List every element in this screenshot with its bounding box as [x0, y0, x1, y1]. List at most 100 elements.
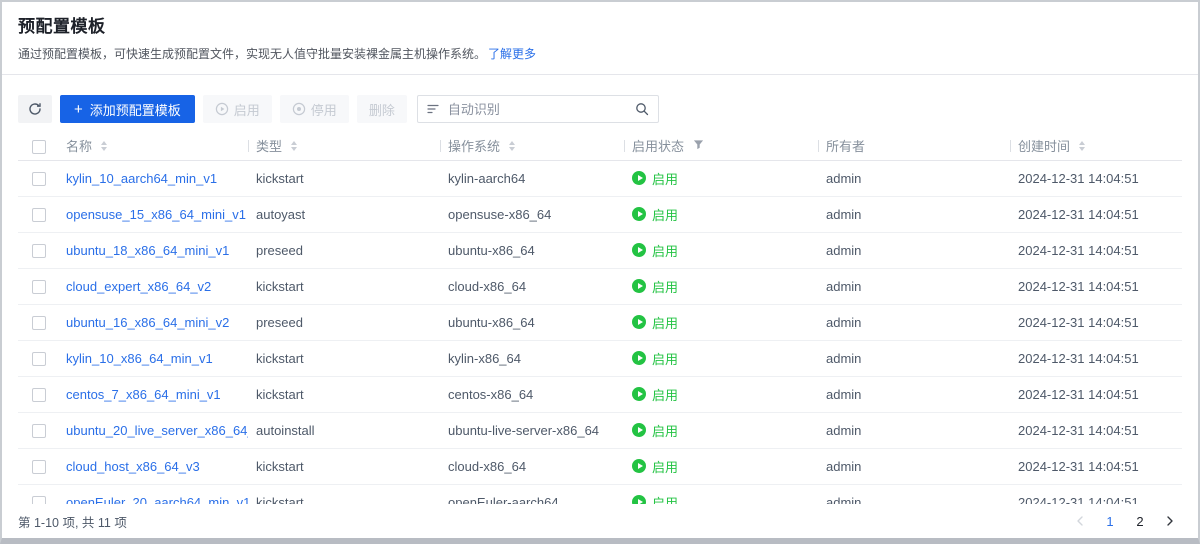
table-body: kylin_10_aarch64_min_v1 kickstart kylin-…	[18, 160, 1182, 504]
status-label: 启用	[652, 351, 679, 367]
template-os: kylin-aarch64	[448, 170, 526, 186]
status-enabled-icon	[632, 351, 646, 365]
enable-label: 启用	[233, 102, 260, 118]
template-type: kickstart	[256, 350, 304, 366]
template-owner: admin	[826, 314, 862, 330]
sort-icon[interactable]	[290, 140, 297, 151]
template-name-link[interactable]: ubuntu_20_live_server_x86_64_mini_...	[66, 423, 248, 438]
page-subtitle-text: 通过预配置模板，可快速生成预配置文件，实现无人值守批量安装裸金属主机操作系统。	[18, 47, 487, 61]
template-created-time: 2024-12-31 14:04:51	[1018, 278, 1139, 294]
template-os: cloud-x86_64	[448, 458, 527, 474]
add-template-label: 添加预配置模板	[89, 102, 181, 118]
template-created-time: 2024-12-31 14:04:51	[1018, 386, 1139, 402]
template-name-link[interactable]: ubuntu_18_x86_64_mini_v1	[66, 243, 229, 258]
filter-lines-icon	[427, 103, 440, 115]
row-checkbox[interactable]	[32, 207, 46, 222]
status-label: 启用	[652, 207, 679, 223]
row-checkbox[interactable]	[32, 171, 46, 186]
template-created-time: 2024-12-31 14:04:51	[1018, 206, 1139, 222]
column-header-status: 启用状态	[632, 139, 685, 155]
template-name-link[interactable]: opensuse_15_x86_64_mini_v1	[66, 207, 246, 222]
template-name-link[interactable]: cloud_expert_x86_64_v2	[66, 279, 211, 294]
table-row: centos_7_x86_64_mini_v1 kickstart centos…	[18, 376, 1182, 413]
page-button-1[interactable]: 1	[1098, 509, 1122, 533]
template-name-link[interactable]: cloud_host_x86_64_v3	[66, 459, 200, 474]
template-name-link[interactable]: centos_7_x86_64_mini_v1	[66, 387, 221, 402]
status-enabled-icon	[632, 243, 646, 257]
status-badge: 启用	[632, 457, 810, 476]
status-enabled-icon	[632, 423, 646, 437]
row-checkbox[interactable]	[32, 351, 46, 366]
template-table: 名称 类型 操作系统 启用状态 所有者 创建时间 kylin_10_aarch6…	[2, 132, 1198, 504]
template-name-link[interactable]: kylin_10_x86_64_min_v1	[66, 351, 213, 366]
learn-more-link[interactable]: 了解更多	[488, 47, 536, 61]
page-subtitle: 通过预配置模板，可快速生成预配置文件，实现无人值守批量安装裸金属主机操作系统。了…	[18, 45, 1182, 62]
table-row: cloud_host_x86_64_v3 kickstart cloud-x86…	[18, 448, 1182, 485]
play-circle-icon	[215, 102, 229, 116]
template-owner: admin	[826, 278, 862, 294]
preconfig-template-page: 预配置模板 通过预配置模板，可快速生成预配置文件，实现无人值守批量安装裸金属主机…	[0, 0, 1200, 544]
row-checkbox[interactable]	[32, 315, 46, 330]
prev-page-button[interactable]	[1068, 509, 1092, 533]
enable-button[interactable]: 启用	[202, 95, 272, 123]
search-input[interactable]	[447, 101, 627, 117]
template-os: centos-x86_64	[448, 386, 534, 402]
status-enabled-icon	[632, 279, 646, 293]
stop-circle-icon	[292, 102, 306, 116]
table-row: kylin_10_x86_64_min_v1 kickstart kylin-x…	[18, 340, 1182, 377]
template-name-link[interactable]: ubuntu_16_x86_64_mini_v2	[66, 315, 229, 330]
status-enabled-icon	[632, 171, 646, 185]
row-checkbox[interactable]	[32, 423, 46, 438]
sort-icon[interactable]	[1078, 140, 1085, 151]
status-badge: 启用	[632, 493, 810, 504]
status-label: 启用	[652, 387, 679, 403]
select-all-checkbox[interactable]	[32, 139, 46, 154]
pagination: 1 2	[1068, 509, 1182, 533]
template-type: kickstart	[256, 278, 304, 294]
sort-icon[interactable]	[508, 140, 515, 151]
template-name-link[interactable]: openEuler_20_aarch64_min_v1	[66, 495, 248, 505]
template-os: kylin-x86_64	[448, 350, 521, 366]
table-row: ubuntu_20_live_server_x86_64_mini_... au…	[18, 412, 1182, 449]
template-type: preseed	[256, 242, 303, 258]
template-os: ubuntu-x86_64	[448, 314, 535, 330]
template-os: openEuler-aarch64	[448, 494, 559, 505]
status-label: 启用	[652, 171, 679, 187]
template-owner: admin	[826, 458, 862, 474]
row-checkbox[interactable]	[32, 495, 46, 504]
template-type: kickstart	[256, 170, 304, 186]
status-label: 启用	[652, 423, 679, 439]
page-button-2[interactable]: 2	[1128, 509, 1152, 533]
refresh-button[interactable]	[18, 95, 52, 123]
filter-funnel-icon[interactable]	[693, 138, 704, 153]
next-page-button[interactable]	[1158, 509, 1182, 533]
status-badge: 启用	[632, 385, 810, 404]
column-header-os: 操作系统	[448, 139, 501, 155]
template-name-link[interactable]: kylin_10_aarch64_min_v1	[66, 171, 217, 186]
template-os: opensuse-x86_64	[448, 206, 552, 222]
row-checkbox[interactable]	[32, 243, 46, 258]
add-template-button[interactable]: + 添加预配置模板	[60, 95, 195, 123]
template-created-time: 2024-12-31 14:04:51	[1018, 458, 1139, 474]
row-checkbox[interactable]	[32, 459, 46, 474]
status-label: 启用	[652, 459, 679, 475]
template-owner: admin	[826, 494, 862, 505]
status-badge: 启用	[632, 277, 810, 296]
row-checkbox[interactable]	[32, 387, 46, 402]
status-enabled-icon	[632, 459, 646, 473]
disable-button[interactable]: 停用	[279, 95, 349, 123]
template-created-time: 2024-12-31 14:04:51	[1018, 242, 1139, 258]
template-owner: admin	[826, 206, 862, 222]
template-type: autoyast	[256, 206, 306, 222]
status-label: 启用	[652, 315, 679, 331]
row-checkbox[interactable]	[32, 279, 46, 294]
search-icon[interactable]	[635, 102, 649, 116]
sort-icon[interactable]	[100, 140, 107, 151]
column-header-type: 类型	[256, 139, 283, 155]
search-box	[416, 95, 659, 123]
page-footer: 第 1-10 项, 共 11 项 1 2	[2, 504, 1198, 538]
status-enabled-icon	[632, 387, 646, 401]
toolbar: + 添加预配置模板 启用 停用 删除	[2, 75, 1198, 123]
delete-button[interactable]: 删除	[356, 95, 407, 123]
table-row: ubuntu_18_x86_64_mini_v1 preseed ubuntu-…	[18, 232, 1182, 269]
